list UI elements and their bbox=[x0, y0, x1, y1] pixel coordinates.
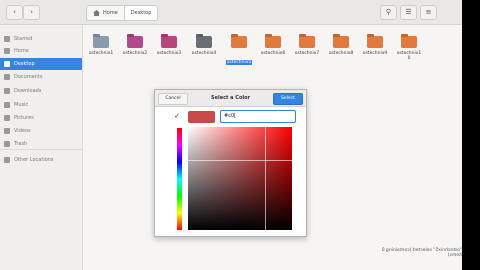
breadcrumb-home[interactable]: Home bbox=[86, 5, 125, 21]
sidebar-item-home[interactable]: Home bbox=[0, 45, 82, 57]
pictures-icon bbox=[4, 115, 10, 121]
sidebar-item-videos[interactable]: Videos bbox=[0, 125, 82, 137]
file-name: ostechnix7 bbox=[294, 51, 320, 56]
home-icon bbox=[93, 10, 100, 16]
file-name: ostechnix6 bbox=[260, 51, 286, 56]
list-view-icon[interactable]: ☰ bbox=[400, 5, 417, 20]
crosshair-vertical bbox=[265, 127, 266, 230]
sidebar-item-label: Desktop bbox=[14, 61, 35, 67]
sidebar-item-pictures[interactable]: Pictures bbox=[0, 112, 82, 124]
file-item-selected[interactable]: ostechnix5 bbox=[222, 36, 256, 66]
file-item[interactable]: ostechnix1 0 bbox=[392, 36, 426, 66]
sidebar-item-starred[interactable]: Starred bbox=[0, 33, 82, 45]
sidebar-item-music[interactable]: Music bbox=[0, 99, 82, 111]
search-icon[interactable]: ⚲ bbox=[380, 5, 397, 20]
folder-icon bbox=[265, 36, 281, 48]
breadcrumb-desktop-label: Desktop bbox=[130, 10, 152, 16]
color-swatch bbox=[188, 111, 215, 123]
folder-icon bbox=[127, 36, 143, 48]
document-icon bbox=[4, 74, 10, 80]
dialog-titlebar: Select a Color Cancel Select bbox=[155, 90, 306, 107]
file-item[interactable]: ostechnix3 bbox=[152, 36, 186, 66]
sidebar-item-label: Downloads bbox=[14, 88, 42, 94]
file-name: ostechnix1 bbox=[88, 51, 114, 56]
sidebar-item-label: Documents bbox=[14, 74, 43, 80]
file-name: ostechnix9 bbox=[362, 51, 388, 56]
desktop-icon bbox=[4, 61, 10, 67]
sidebar-item-label: Music bbox=[14, 102, 29, 108]
sidebar: Starred Home Desktop Documents Downloads… bbox=[0, 25, 83, 270]
home-icon bbox=[4, 48, 10, 54]
file-name: ostechnix3 bbox=[156, 51, 182, 56]
header-bar: ‹ › Home Desktop ⚲ ☰ ≡ bbox=[0, 0, 462, 25]
sidebar-item-label: Home bbox=[14, 48, 29, 54]
file-item[interactable]: ostechnix2 bbox=[118, 36, 152, 66]
sidebar-item-label: Other Locations bbox=[14, 157, 54, 163]
folder-icon bbox=[401, 36, 417, 48]
sidebar-item-label: Pictures bbox=[14, 115, 34, 121]
sidebar-item-documents[interactable]: Documents bbox=[0, 71, 82, 83]
saturation-value-plane[interactable] bbox=[188, 127, 292, 230]
folder-icon bbox=[299, 36, 315, 48]
sidebar-item-label: Videos bbox=[14, 128, 31, 134]
sidebar-item-downloads[interactable]: Downloads bbox=[0, 85, 82, 97]
select-button[interactable]: Select bbox=[273, 93, 303, 105]
folder-icon bbox=[231, 36, 247, 48]
screen-edge bbox=[462, 0, 480, 270]
folder-icon bbox=[333, 36, 349, 48]
hue-slider[interactable] bbox=[177, 128, 182, 230]
video-icon bbox=[4, 128, 10, 134]
file-item[interactable]: ostechnix9 bbox=[358, 36, 392, 66]
sidebar-item-other-locations[interactable]: Other Locations bbox=[0, 154, 82, 166]
sidebar-item-label: Starred bbox=[14, 36, 33, 42]
chevron-left-icon[interactable]: ‹ bbox=[6, 5, 23, 20]
color-chooser-dialog: Select a Color Cancel Select ✓ #c0[ bbox=[154, 89, 307, 237]
download-icon bbox=[4, 88, 10, 94]
file-name: ostechnix8 bbox=[328, 51, 354, 56]
file-name: ostechnix5 bbox=[225, 60, 253, 65]
breadcrumb: Home Desktop bbox=[86, 5, 159, 21]
file-item[interactable]: ostechnix7 bbox=[290, 36, 324, 66]
folder-icon bbox=[367, 36, 383, 48]
file-item[interactable]: ostechnix1 bbox=[84, 36, 118, 66]
chevron-right-icon[interactable]: › bbox=[23, 5, 40, 20]
hex-input[interactable]: #c0[ bbox=[220, 110, 296, 123]
file-item[interactable]: ostechnix6 bbox=[256, 36, 290, 66]
file-name: ostechnix2 bbox=[122, 51, 148, 56]
breadcrumb-home-label: Home bbox=[103, 10, 118, 16]
folder-icon bbox=[196, 36, 212, 48]
star-icon bbox=[4, 36, 10, 42]
file-name: ostechnix4 bbox=[191, 51, 217, 56]
folder-icon bbox=[161, 36, 177, 48]
file-name: ostechnix1 0 bbox=[396, 51, 422, 61]
sidebar-item-label: Trash bbox=[14, 141, 28, 147]
sidebar-separator bbox=[0, 149, 82, 150]
trash-icon bbox=[4, 141, 10, 147]
file-item[interactable]: ostechnix4 bbox=[187, 36, 221, 66]
status-text: "ostechnix5" selected (containing 0 item… bbox=[381, 248, 462, 258]
crosshair-horizontal bbox=[188, 160, 292, 161]
plus-icon bbox=[4, 157, 10, 163]
file-item[interactable]: ostechnix8 bbox=[324, 36, 358, 66]
music-icon bbox=[4, 102, 10, 108]
folder-icon bbox=[93, 36, 109, 48]
file-manager-window: ‹ › Home Desktop ⚲ ☰ ≡ Starred Home Desk… bbox=[0, 0, 462, 270]
sidebar-item-desktop[interactable]: Desktop bbox=[0, 58, 82, 70]
cancel-button[interactable]: Cancel bbox=[158, 93, 188, 105]
hamburger-menu-icon[interactable]: ≡ bbox=[420, 5, 437, 20]
breadcrumb-desktop[interactable]: Desktop bbox=[124, 5, 159, 21]
eyedropper-icon[interactable]: ✓ bbox=[172, 111, 182, 121]
